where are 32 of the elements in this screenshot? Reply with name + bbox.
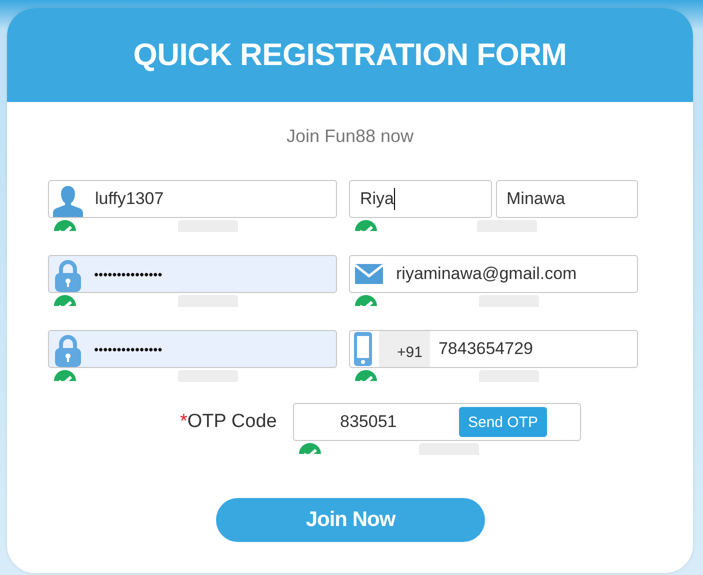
check-icon (355, 220, 377, 231)
person-icon (53, 185, 83, 217)
lock-icon (54, 260, 82, 292)
phone-icon (353, 331, 373, 367)
form-subtitle: Join Fun88 now (285, 126, 415, 147)
check-icon (299, 443, 321, 454)
field-value: luffy1307 (94, 189, 164, 209)
otp-label: *OTP Code (180, 411, 278, 433)
field-value: 835051 (340, 412, 398, 432)
field-value: 7843654729 (437, 339, 533, 359)
field-value: ••••••••••••••• (93, 266, 162, 282)
check-icon (54, 220, 76, 231)
input-field[interactable]: riyaminawa@gmail.com (349, 255, 638, 293)
form-title: QUICK REGISTRATION FORM (133, 37, 567, 73)
field-value: Minawa (506, 189, 566, 209)
field-value: ••••••••••••••• (93, 342, 162, 356)
input-field[interactable]: ••••••••••••••• (48, 255, 337, 293)
check-icon (54, 295, 76, 306)
field-value: riyaminawa@gmail.com (395, 264, 577, 284)
lock-icon (54, 335, 82, 367)
check-icon (355, 370, 377, 381)
check-icon (54, 370, 76, 381)
input-field[interactable]: +91 7843654729 (349, 330, 638, 368)
country-code[interactable]: +91 (379, 331, 430, 367)
input-field[interactable]: Minawa (496, 180, 638, 218)
input-field[interactable]: ••••••••••••••• (48, 330, 337, 368)
otp-field[interactable]: 835051 Send OTP (293, 403, 581, 441)
input-field[interactable]: Riya (349, 180, 492, 218)
check-icon (355, 295, 377, 306)
envelope-icon (355, 264, 383, 284)
field-value: Riya (360, 189, 394, 209)
input-field[interactable]: luffy1307 (48, 180, 337, 218)
